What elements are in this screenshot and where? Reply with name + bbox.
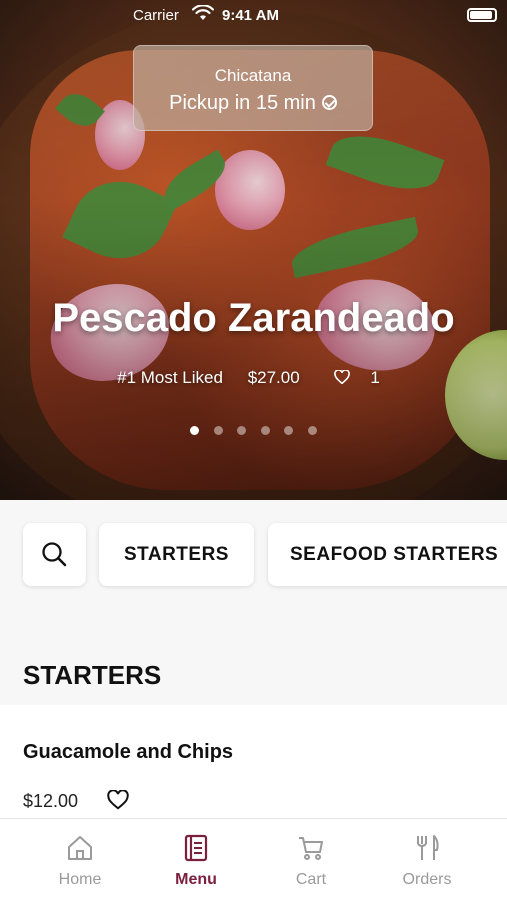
likes-count-row[interactable]: 1 — [324, 368, 389, 387]
tab-menu-label: Menu — [175, 871, 217, 888]
menu-book-icon — [184, 834, 208, 862]
status-time: 9:41 AM — [222, 7, 279, 24]
tab-orders-label: Orders — [402, 871, 452, 888]
menu-item-name: Guacamole and Chips — [23, 741, 234, 763]
search-button[interactable] — [23, 523, 86, 586]
chevron-circle-icon — [321, 95, 337, 110]
cart-icon — [299, 837, 323, 860]
status-carrier: Carrier — [133, 7, 179, 24]
heart-outline-icon — [334, 369, 351, 385]
pickup-selector[interactable]: Chicatana Pickup in 15 min — [133, 45, 373, 131]
carousel-dot[interactable] — [260, 426, 270, 435]
section-header: STARTERS — [0, 620, 507, 705]
tab-cart-label: Cart — [295, 871, 327, 888]
tab-home[interactable]: Home — [20, 819, 140, 900]
category-starters[interactable]: STARTERS — [99, 523, 254, 586]
tab-orders[interactable]: Orders — [367, 819, 487, 900]
tab-home-label: Home — [58, 871, 102, 888]
tab-cart[interactable]: Cart — [251, 819, 371, 900]
pickup-location: Chicatana — [214, 66, 292, 85]
carousel-dots — [0, 422, 507, 440]
search-icon — [42, 542, 67, 567]
heart-outline-icon[interactable] — [107, 789, 129, 815]
menu-item[interactable]: Guacamole and Chips $12.00 — [0, 705, 507, 825]
battery-icon — [467, 8, 497, 22]
pickup-time-row: Pickup in 15 min — [134, 92, 372, 115]
featured-dish-meta: #1 Most Liked $27.00 1 — [0, 368, 507, 388]
section-title: STARTERS — [23, 660, 162, 690]
menu-item-price: $12.00 — [23, 791, 79, 811]
app-screen: Carrier 9:41 AM Chicatana Pickup in 15 m… — [0, 0, 507, 900]
carousel-dot[interactable] — [237, 426, 247, 435]
carousel-dot[interactable] — [190, 426, 200, 435]
pickup-label: Pickup in 15 min — [169, 92, 316, 114]
likes-count: 1 — [370, 368, 380, 387]
category-bar: STARTERS SEAFOOD STARTERS — [0, 500, 507, 620]
wifi-icon — [191, 4, 215, 25]
status-bar: Carrier 9:41 AM — [0, 0, 507, 30]
carousel-dot[interactable] — [213, 426, 223, 435]
home-icon — [68, 836, 92, 860]
featured-hero[interactable]: Carrier 9:41 AM Chicatana Pickup in 15 m… — [0, 0, 507, 500]
fork-knife-icon — [417, 835, 439, 860]
category-seafood-starters[interactable]: SEAFOOD STARTERS — [268, 523, 507, 586]
most-liked-badge: #1 Most Liked — [117, 368, 223, 387]
featured-dish-title: Pescado Zarandeado — [52, 296, 455, 340]
carousel-dot[interactable] — [284, 426, 294, 435]
tab-bar: Home Menu Cart Orders — [0, 818, 507, 900]
featured-price: $27.00 — [247, 368, 300, 387]
tab-menu[interactable]: Menu — [136, 819, 256, 900]
carousel-dot[interactable] — [307, 426, 317, 435]
